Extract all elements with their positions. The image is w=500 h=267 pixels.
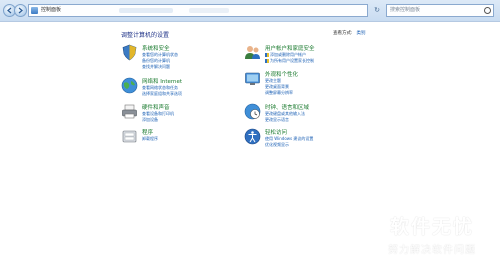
link-screen-resolution[interactable]: 调整屏幕分辨率 [265,90,293,96]
category-title-user-accounts[interactable]: 用户帐户和家庭安全 [265,44,315,52]
navigation-bar: 控制面板 ↻ 搜索控制面板 [0,0,500,22]
search-placeholder: 搜索控制面板 [390,7,421,13]
address-bar[interactable]: 控制面板 [28,4,368,17]
refresh-button[interactable]: ↻ [372,5,382,16]
link-parental-controls-text: 为所有用户设置家长控制 [270,58,314,63]
printer-icon [122,104,137,119]
network-globe-icon [121,77,138,94]
watermark: 软件无忧 努力解决软件问题 [372,212,492,256]
back-arrow-icon [7,7,12,14]
category-title-appearance[interactable]: 外观和个性化 [265,70,298,78]
category-title-programs[interactable]: 程序 [142,128,153,136]
category-title-system-security[interactable]: 系统和安全 [142,44,170,52]
users-icon [245,46,260,59]
breadcrumb-control-panel[interactable]: 控制面板 [41,7,61,13]
watermark-subtitle: 努力解决软件问题 [388,245,476,256]
refresh-icon: ↻ [374,6,380,14]
link-homegroup-sharing[interactable]: 选择家庭组和共享选项 [142,91,182,97]
category-title-network-internet[interactable]: 网络和 Internet [142,77,182,85]
category-title-ease-of-access[interactable]: 轻松访问 [265,128,287,136]
forward-arrow-icon [18,7,23,14]
ease-of-access-icon [244,128,261,145]
control-panel-icon [31,7,38,14]
view-by-value[interactable]: 类别 [357,31,366,36]
search-input[interactable]: 搜索控制面板 [386,4,494,17]
programs-icon [122,130,137,143]
clock-globe-icon [244,103,261,120]
address-bar-highlight-2 [189,8,229,13]
uac-shield-icon [265,59,269,63]
link-optimize-display[interactable]: 优化视频显示 [265,142,289,148]
link-add-remove-accounts-text: 添加或删除用户帐户 [270,52,306,57]
uac-shield-icon [265,53,269,57]
category-title-clock-language[interactable]: 时钟、语言和区域 [265,103,309,111]
view-by-label: 查看方式: [333,31,353,36]
link-add-device[interactable]: 添加设备 [142,117,158,123]
link-troubleshoot[interactable]: 查找并解决问题 [142,64,170,70]
link-uninstall-program[interactable]: 卸载程序 [142,136,158,142]
search-icon [484,7,491,14]
system-security-icon [122,44,137,61]
link-change-display-language[interactable]: 更改显示语言 [265,117,289,123]
address-bar-highlight [119,8,173,13]
appearance-icon [245,72,260,85]
view-by-control[interactable]: 查看方式: 类别 [333,30,366,36]
page-title: 调整计算机的设置 [121,32,170,39]
watermark-title: 软件无忧 [389,216,474,238]
forward-button[interactable] [14,4,27,17]
category-title-hardware-sound[interactable]: 硬件和声音 [142,103,170,111]
link-parental-controls[interactable]: 为所有用户设置家长控制 [265,58,314,64]
